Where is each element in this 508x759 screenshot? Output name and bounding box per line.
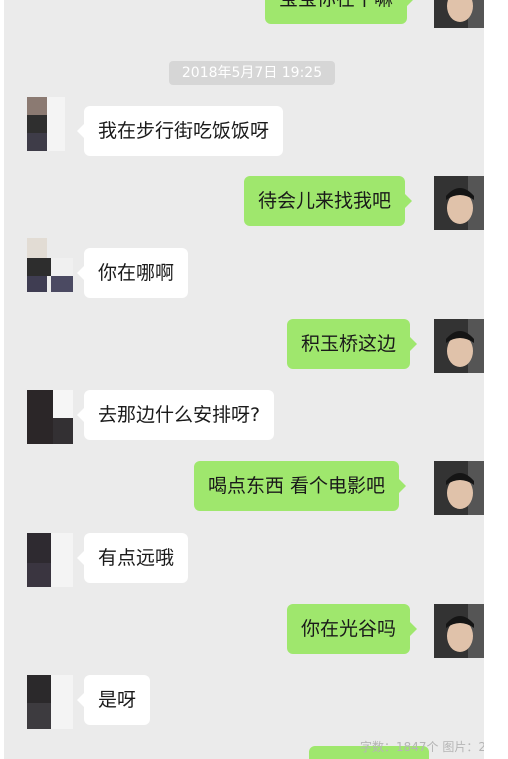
message-bubble-outgoing[interactable]: 宝宝你在干嘛 — [265, 0, 415, 24]
contact-avatar-blurred[interactable] — [27, 97, 81, 151]
self-avatar[interactable] — [434, 176, 488, 230]
self-avatar[interactable] — [434, 461, 488, 515]
message-bubble-incoming[interactable]: 你在哪啊 — [76, 248, 189, 298]
message-bubble-outgoing[interactable]: 积玉桥这边 — [287, 319, 418, 369]
message-bubble-incoming[interactable]: 是呀 — [76, 675, 151, 725]
message-bubble-outgoing[interactable]: 待会儿来找我吧 — [244, 176, 413, 226]
contact-avatar-blurred[interactable] — [27, 238, 81, 292]
timestamp-chip: 2018年5月7日 19:25 — [169, 61, 335, 85]
contact-avatar-blurred[interactable] — [27, 533, 81, 587]
contact-avatar-blurred[interactable] — [27, 675, 81, 729]
message-bubble-incoming[interactable]: 去那边什么安排呀? — [76, 390, 275, 440]
word-image-counter: 字数：1847个 图片：25张 — [360, 740, 496, 754]
self-avatar[interactable] — [434, 0, 488, 28]
message-bubble-outgoing[interactable]: 喝点东西 看个电影吧 — [194, 461, 407, 511]
message-bubble-incoming[interactable]: 有点远哦 — [76, 533, 189, 583]
message-bubble-outgoing[interactable]: 你在光谷吗 — [287, 604, 418, 654]
contact-avatar-blurred[interactable] — [27, 390, 81, 444]
self-avatar[interactable] — [434, 604, 488, 658]
chat-window: 宝宝你在干嘛 2018年5月7日 19:25 我在步行街吃饭饭呀 待会儿来找我吧 — [4, 0, 496, 759]
message-bubble-incoming[interactable]: 我在步行街吃饭饭呀 — [76, 106, 284, 156]
right-margin — [484, 0, 496, 759]
self-avatar[interactable] — [434, 319, 488, 373]
